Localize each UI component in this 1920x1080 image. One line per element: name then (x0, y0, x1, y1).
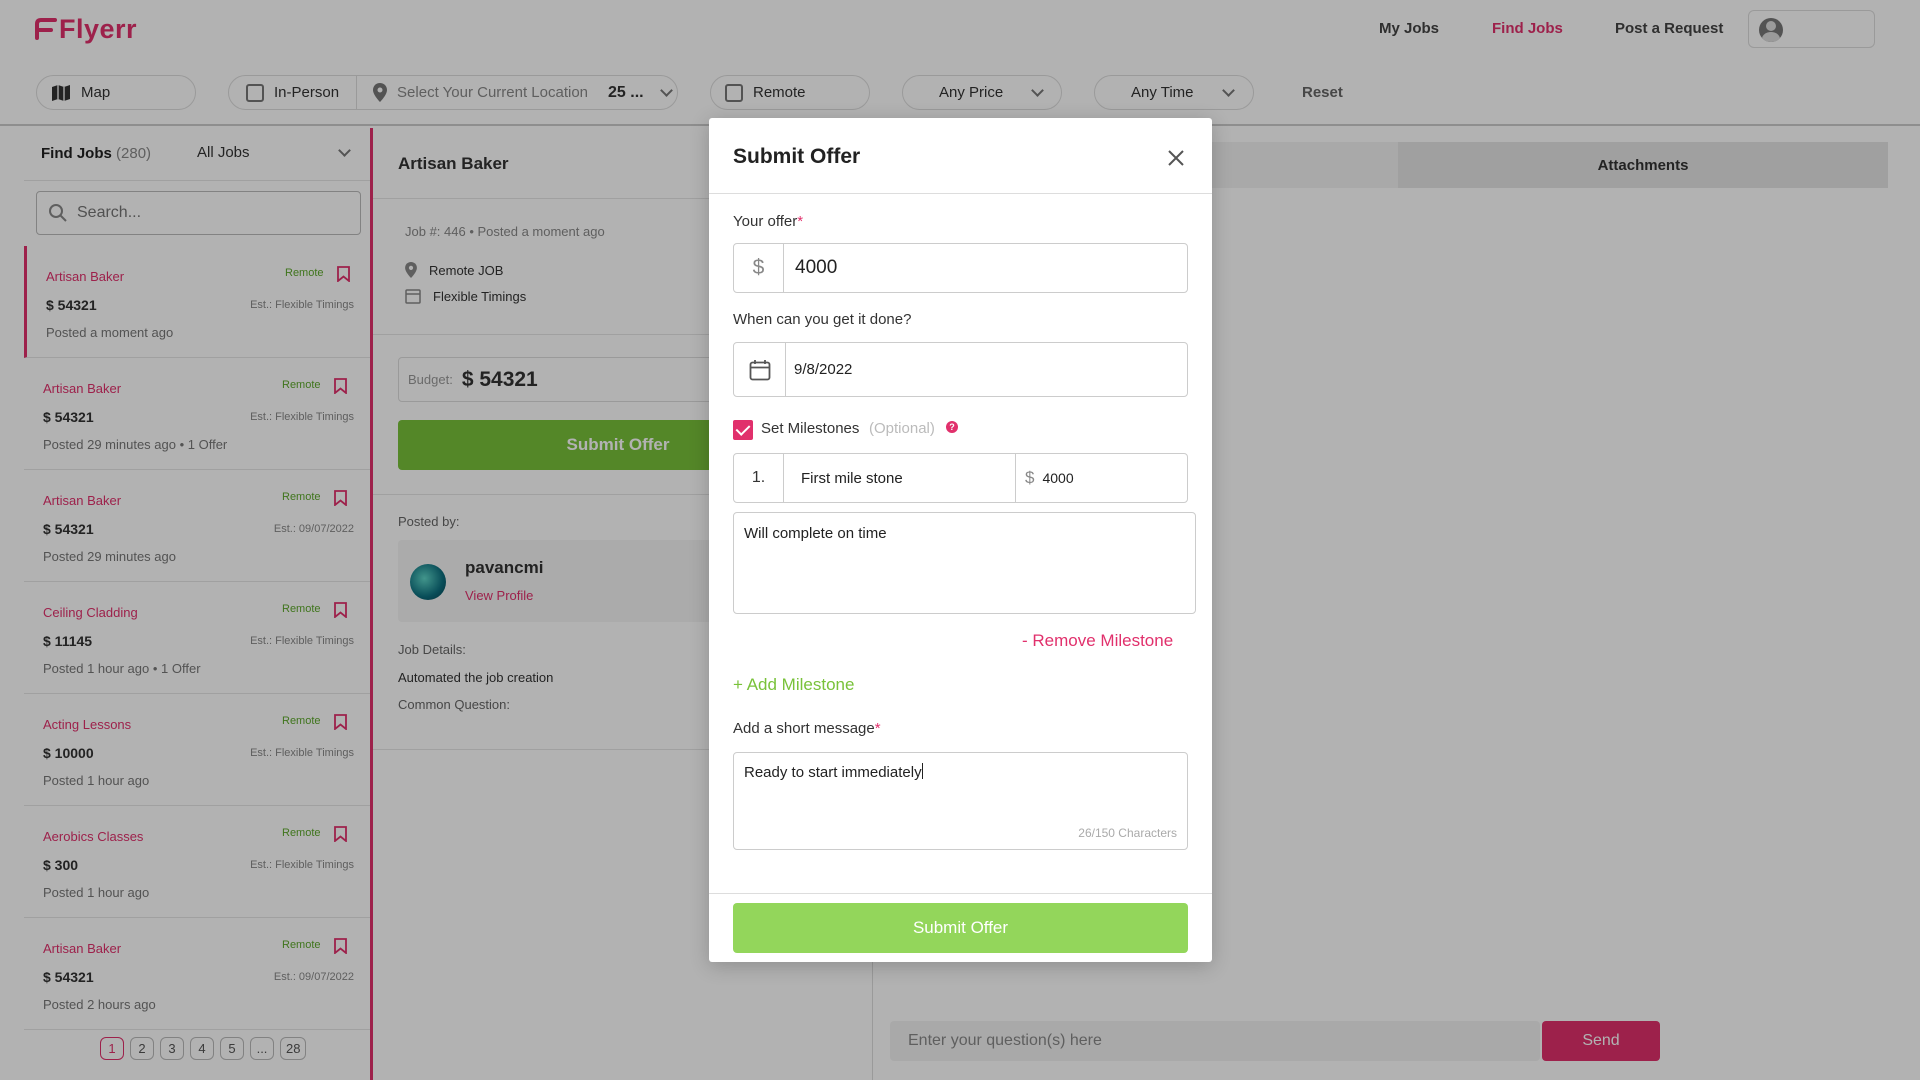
date-input[interactable]: 9/8/2022 (786, 343, 852, 396)
milestones-optional: (Optional) (869, 420, 935, 437)
required-mark: * (797, 213, 804, 230)
date-label: When can you get it done? (733, 311, 912, 328)
char-count: 26/150 Characters (1078, 826, 1177, 840)
required-mark: * (874, 720, 881, 737)
modal-submit-button[interactable]: Submit Offer (733, 903, 1188, 953)
add-milestone-link[interactable]: + Add Milestone (733, 675, 854, 695)
offer-label-text: Your offer (733, 213, 798, 230)
help-icon[interactable]: ? (946, 421, 958, 433)
milestones-label: Set Milestones (761, 420, 860, 437)
currency-prefix: $ (734, 244, 784, 292)
offer-field: $ 4000 (733, 243, 1188, 293)
date-field: 9/8/2022 (733, 342, 1188, 397)
milestone-name-input[interactable]: First mile stone (784, 454, 1016, 502)
message-label-text: Add a short message (733, 720, 875, 737)
offer-label: Your offer* (733, 213, 803, 230)
calendar-button[interactable] (734, 343, 786, 396)
message-label: Add a short message* (733, 720, 881, 737)
text-cursor (921, 763, 923, 779)
calendar-icon (749, 359, 770, 380)
offer-input[interactable]: 4000 (784, 244, 837, 292)
milestone-amount-input[interactable]: 4000 (1034, 454, 1073, 502)
remove-milestone-link[interactable]: - Remove Milestone (1022, 631, 1173, 651)
currency-prefix: $ (1025, 468, 1035, 487)
close-icon[interactable] (1166, 148, 1186, 168)
milestones-checkbox[interactable] (733, 420, 753, 440)
message-input[interactable]: Ready to start immediately (744, 764, 922, 781)
milestone-row: 1. First mile stone $ 4000 (733, 453, 1188, 503)
submit-offer-modal: Submit Offer Your offer* $ 4000 When can… (709, 118, 1212, 962)
milestone-index: 1. (734, 454, 784, 502)
modal-header: Submit Offer (709, 118, 1212, 194)
modal-title: Submit Offer (733, 145, 861, 168)
message-field: Ready to start immediately 26/150 Charac… (733, 752, 1188, 850)
milestone-description-input[interactable]: Will complete on time (733, 512, 1196, 614)
modal-footer: Submit Offer (709, 893, 1212, 962)
